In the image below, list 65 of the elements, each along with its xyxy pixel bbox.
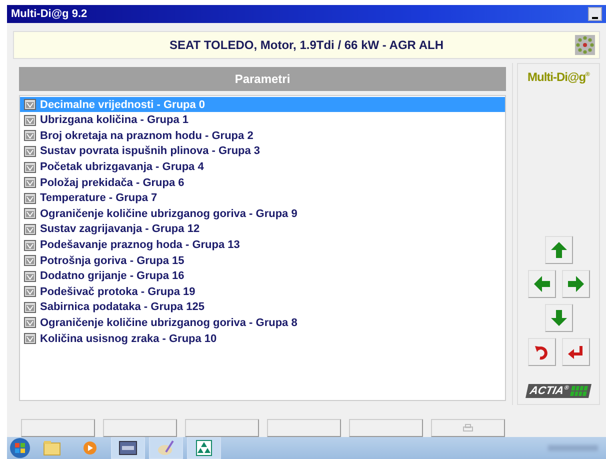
list-item[interactable]: Količina usisnog zraka - Grupa 10 — [20, 330, 505, 346]
parameter-icon — [24, 192, 36, 204]
maker-logo: ACTIA$^{®}$ — [526, 384, 592, 398]
left-button[interactable] — [528, 270, 556, 298]
list-item[interactable]: Položaj prekidača - Grupa 6 — [20, 174, 505, 190]
window-icon — [119, 441, 137, 455]
triangles-icon — [196, 440, 212, 456]
undo-button[interactable] — [528, 338, 556, 366]
function-key[interactable] — [185, 419, 259, 437]
enter-button[interactable] — [562, 338, 590, 366]
list-item[interactable]: Broj okretaja na praznom hodu - Grupa 2 — [20, 128, 505, 144]
arrow-right-icon — [566, 275, 584, 293]
minimize-button[interactable] — [588, 7, 602, 21]
play-icon — [83, 441, 97, 455]
vehicle-title: SEAT TOLEDO, Motor, 1.9Tdi / 66 kW - AGR ALH — [169, 38, 444, 52]
arrow-left-icon — [532, 275, 550, 293]
folder-icon — [43, 440, 61, 456]
list-item[interactable]: Sustav povrata ispušnih plinova - Grupa 3 — [20, 144, 505, 160]
parameter-icon — [24, 255, 36, 266]
panel-title: Parametri — [19, 66, 506, 91]
undo-icon — [534, 344, 550, 360]
parameter-icon — [24, 333, 36, 344]
list-item[interactable]: Temperature - Grupa 7 — [20, 190, 505, 206]
list-item[interactable]: Dodatno grijanje - Grupa 16 — [20, 268, 505, 284]
start-button[interactable] — [9, 437, 31, 459]
parameter-icon — [24, 162, 36, 173]
paint-icon — [157, 440, 175, 456]
taskbar-button[interactable] — [111, 437, 145, 459]
parameter-icon — [24, 130, 36, 142]
list-item[interactable]: Ubrizgana količina - Grupa 1 — [20, 112, 505, 128]
parameter-icon — [24, 286, 36, 298]
arrow-up-icon — [550, 241, 568, 259]
down-button[interactable] — [544, 304, 572, 332]
list-item[interactable]: Ograničenje količine ubrizganog goriva - Grupa 8 — [20, 315, 505, 331]
parameter-icon — [24, 146, 36, 157]
parameter-icon — [24, 224, 36, 235]
parameter-icon — [24, 240, 36, 250]
list-item[interactable]: Potrošnja goriva - Grupa 15 — [20, 252, 505, 268]
parameter-icon — [24, 208, 36, 220]
printer-icon — [463, 424, 473, 432]
parameter-icon — [24, 177, 36, 188]
logo: Multi-Di@g$^{®}$ — [528, 70, 590, 84]
list-item[interactable]: Sustav zagrijavanja - Grupa 12 — [20, 222, 505, 238]
list-item[interactable]: Početak ubrizgavanja - Grupa 4 — [20, 159, 505, 175]
window-title: Multi-Di@g 9.2 — [11, 8, 88, 20]
list-item[interactable]: Podešivač protoka - Grupa 19 — [20, 284, 505, 300]
list-item[interactable]: Sabirnica podataka - Grupa 125 — [20, 300, 505, 316]
function-key[interactable] — [349, 419, 423, 437]
minimize-icon — [592, 16, 598, 20]
parameter-icon — [24, 317, 36, 328]
parameter-icon — [24, 302, 36, 313]
connector-icon[interactable] — [575, 35, 595, 55]
function-key[interactable] — [431, 419, 505, 437]
arrow-down-icon — [550, 309, 568, 327]
right-button[interactable] — [562, 270, 590, 298]
taskbar-button[interactable] — [187, 437, 221, 459]
function-key[interactable] — [267, 419, 341, 437]
list-item[interactable]: Ograničenje količine ubrizganog goriva - Grupa 9 — [20, 206, 505, 222]
up-button[interactable] — [544, 236, 572, 264]
function-key[interactable] — [21, 419, 95, 437]
parameter-icon — [24, 99, 36, 110]
enter-icon — [566, 344, 584, 360]
list-item[interactable]: Podešavanje praznog hoda - Grupa 13 — [20, 237, 505, 253]
parameter-icon — [24, 114, 36, 126]
parameter-icon — [24, 270, 36, 282]
